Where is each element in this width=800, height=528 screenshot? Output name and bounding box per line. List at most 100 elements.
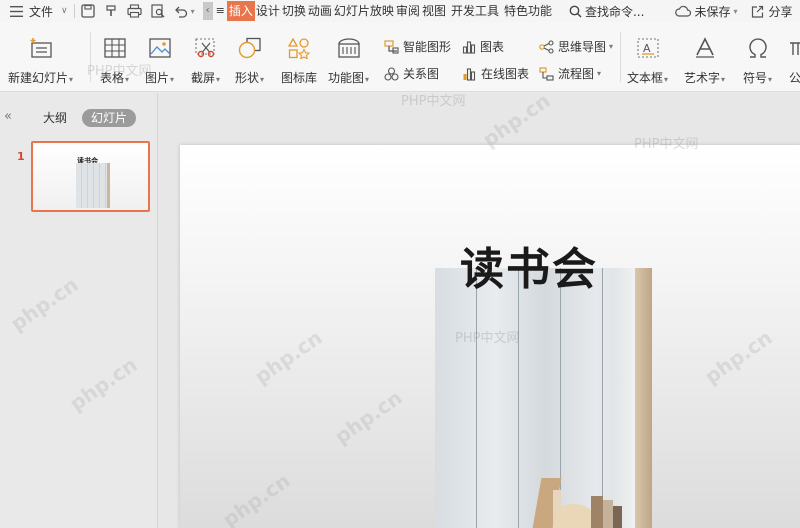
scissors-icon <box>194 36 218 60</box>
symbol-label: 符号 <box>743 71 768 85</box>
text-box-label: 文本框 <box>627 71 664 85</box>
share-button[interactable]: 分享 <box>751 0 792 22</box>
icon-library-label: 图标库 <box>281 71 318 85</box>
tab-transitions[interactable]: 切换 <box>281 1 307 21</box>
relation-chart-button[interactable]: 关系图 <box>384 65 439 82</box>
picture-icon <box>148 36 171 60</box>
chevron-down-icon: ▾ <box>365 75 370 84</box>
text-box-button[interactable]: A 文本框▾ <box>627 36 668 86</box>
slide-thumbnail[interactable]: 读书会 <box>31 141 150 212</box>
screenshot-label: 截屏 <box>191 71 216 85</box>
table-label: 表格 <box>100 71 125 85</box>
word-art-icon <box>693 36 717 60</box>
picture-label: 图片 <box>145 71 170 85</box>
tab-slideshow[interactable]: 幻灯片放映 <box>333 1 395 21</box>
picture-button[interactable]: 图片▾ <box>145 36 174 86</box>
chevron-down-icon: ▾ <box>733 6 738 16</box>
tab-review[interactable]: 审阅 <box>395 1 421 21</box>
chart-button[interactable]: 图表 <box>462 38 504 55</box>
ribbon-insert: 新建幻灯片▾ 表格▾ 图片▾ 截屏▾ 形状▾ 图标库 功能图▾ 智能图形 关系图… <box>0 22 800 92</box>
relation-chart-label: 关系图 <box>403 67 440 81</box>
undo-dropdown-icon[interactable]: ▾ <box>191 7 195 16</box>
screenshot-button[interactable]: 截屏▾ <box>191 36 220 86</box>
chevron-down-icon: ▾ <box>170 75 175 84</box>
tab-design[interactable]: 设计 <box>255 1 281 21</box>
symbol-button[interactable]: 符号▾ <box>743 36 772 86</box>
shape-label: 形状 <box>235 71 260 85</box>
tab-scroll-left-button[interactable]: ‹ <box>202 2 213 20</box>
format-painter-icon[interactable] <box>104 4 118 18</box>
mind-map-icon <box>539 39 554 54</box>
online-chart-icon <box>462 67 477 81</box>
flowchart-label: 流程图 <box>558 67 595 81</box>
slide-title[interactable]: 读书会 <box>460 233 598 297</box>
tab-animations[interactable]: 动画 <box>307 1 333 21</box>
new-slide-icon <box>28 36 54 60</box>
tab-developer[interactable]: 开发工具 <box>450 1 500 21</box>
chevron-down-icon: ▾ <box>597 69 602 78</box>
icon-library-icon <box>287 36 311 60</box>
mind-map-button[interactable]: 思维导图 ▾ <box>539 38 613 55</box>
chevron-down-icon: ▾ <box>125 75 130 84</box>
print-preview-icon[interactable] <box>151 4 165 18</box>
book <box>603 500 613 528</box>
window-frame <box>635 268 652 528</box>
chart-label: 图表 <box>480 40 505 54</box>
slides-panel: « 大纲 幻灯片 1 读书会 <box>0 93 158 528</box>
tab-slides[interactable]: 幻灯片 <box>82 109 137 127</box>
chevron-down-icon: ∨ <box>61 6 68 16</box>
function-chart-label: 功能图 <box>328 71 365 85</box>
divider <box>73 4 75 18</box>
tab-view[interactable]: 视图 <box>421 1 447 21</box>
book <box>613 506 622 528</box>
table-button[interactable]: 表格▾ <box>100 36 129 86</box>
share-icon <box>751 5 764 18</box>
shapes-icon <box>238 36 262 60</box>
smart-graphic-button[interactable]: 智能图形 <box>384 38 451 55</box>
formula-label: 公 <box>788 71 800 85</box>
svg-text:A: A <box>643 42 651 55</box>
divider <box>620 32 621 82</box>
slide[interactable]: 读书会 <box>180 145 800 528</box>
flowchart-button[interactable]: 流程图 ▾ <box>539 65 601 82</box>
hamburger-menu-button[interactable]: 文件 ∨ <box>10 0 68 22</box>
shape-button[interactable]: 形状▾ <box>235 36 264 86</box>
tab-partial[interactable]: ≡ <box>215 1 226 21</box>
tab-insert[interactable]: 插入 <box>226 1 255 21</box>
undo-icon[interactable] <box>174 5 188 18</box>
collapse-panel-icon[interactable]: « <box>4 109 12 124</box>
print-icon[interactable] <box>127 4 142 18</box>
search-icon <box>569 5 582 18</box>
icon-library-button[interactable]: 图标库 <box>281 36 317 86</box>
chevron-down-icon: ▾ <box>768 75 773 84</box>
command-search[interactable]: 查找命令... <box>569 0 644 22</box>
relation-chart-icon <box>384 66 399 81</box>
unsaved-label: 未保存 <box>694 4 731 19</box>
function-chart-button[interactable]: 功能图▾ <box>328 36 369 86</box>
tab-features[interactable]: 特色功能 <box>503 1 553 21</box>
tab-outline[interactable]: 大纲 <box>43 109 67 127</box>
slide-number: 1 <box>17 150 25 163</box>
formula-button[interactable]: 公 <box>788 36 800 86</box>
thumbnail-image <box>76 163 110 208</box>
wood-planks-background <box>435 268 635 528</box>
mind-map-label: 思维导图 <box>558 40 607 54</box>
slide-canvas[interactable]: 读书会 <box>159 93 800 528</box>
online-chart-button[interactable]: 在线图表 <box>462 65 529 82</box>
chevron-down-icon: ▾ <box>216 75 221 84</box>
share-label: 分享 <box>768 4 793 19</box>
word-art-button[interactable]: 艺术字▾ <box>684 36 725 86</box>
slide-picture[interactable] <box>435 268 652 528</box>
new-slide-label: 新建幻灯片 <box>8 71 69 85</box>
unsaved-status[interactable]: 未保存 ▾ <box>675 0 737 22</box>
cloud-icon <box>675 5 692 17</box>
new-slide-button[interactable]: 新建幻灯片▾ <box>8 36 73 86</box>
chevron-down-icon: ▾ <box>721 75 726 84</box>
search-label: 查找命令... <box>584 4 645 19</box>
divider <box>90 32 91 82</box>
function-chart-icon <box>337 36 361 60</box>
online-chart-label: 在线图表 <box>481 67 530 81</box>
chevron-down-icon: ▾ <box>609 42 614 51</box>
save-icon[interactable] <box>80 4 95 18</box>
bar-chart-icon <box>462 40 476 54</box>
